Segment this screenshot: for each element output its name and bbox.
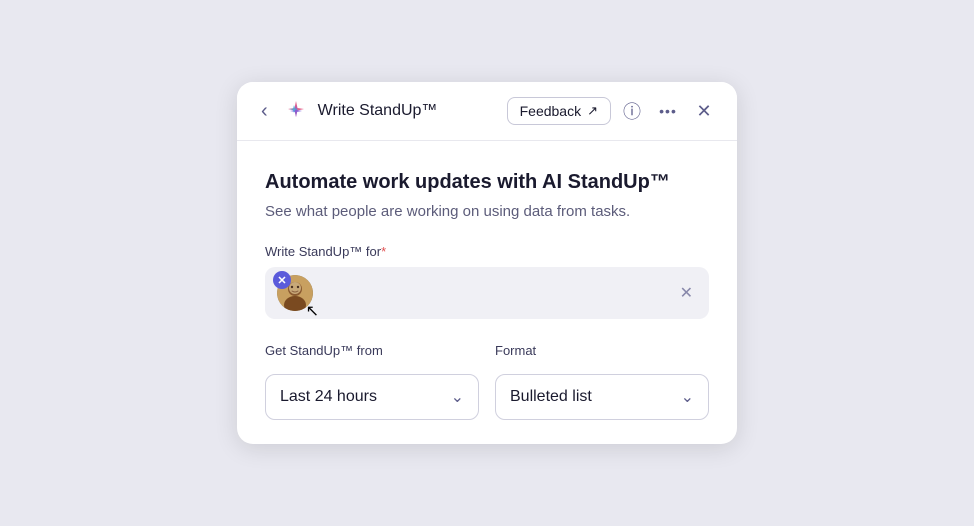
for-field-label: Write StandUp™ for* bbox=[265, 244, 709, 259]
dropdown-row: Get StandUp™ from Last 24 hours ⌄ Format… bbox=[265, 343, 709, 420]
format-value: Bulleted list bbox=[510, 388, 592, 406]
format-field: Format Bulleted list ⌄ bbox=[495, 343, 709, 420]
standup-from-select[interactable]: Last 24 hours ⌄ bbox=[265, 374, 479, 420]
standup-from-field: Get StandUp™ from Last 24 hours ⌄ bbox=[265, 343, 479, 420]
panel-content: Automate work updates with AI StandUp™ S… bbox=[237, 141, 737, 444]
panel-title: Write StandUp™ bbox=[318, 102, 438, 120]
chevron-down-icon: ⌄ bbox=[681, 387, 694, 407]
for-label-text: Write StandUp™ for bbox=[265, 244, 381, 259]
app-logo-icon bbox=[282, 97, 310, 125]
panel-header: ‹ Write StandUp™ Feedback ↗ ⓘ ••• ✕ bbox=[237, 82, 737, 141]
info-button[interactable]: ⓘ bbox=[617, 96, 647, 126]
chevron-down-icon: ⌄ bbox=[451, 387, 464, 407]
back-button[interactable]: ‹ bbox=[255, 99, 274, 123]
cursor-icon: ↖ bbox=[306, 301, 319, 321]
required-indicator: * bbox=[381, 244, 386, 259]
main-panel: ‹ Write StandUp™ Feedback ↗ ⓘ ••• ✕ bbox=[237, 82, 737, 444]
subtitle: See what people are working on using dat… bbox=[265, 203, 709, 220]
format-label: Format bbox=[495, 343, 709, 358]
more-icon: ••• bbox=[659, 103, 677, 119]
standup-from-value: Last 24 hours bbox=[280, 388, 377, 406]
close-icon: ✕ bbox=[696, 101, 711, 122]
clear-input-button[interactable]: ✕ bbox=[676, 279, 697, 307]
header-actions: Feedback ↗ ⓘ ••• ✕ bbox=[507, 96, 719, 126]
standup-from-label: Get StandUp™ from bbox=[265, 343, 479, 358]
more-button[interactable]: ••• bbox=[653, 96, 683, 126]
clear-icon: ✕ bbox=[680, 285, 693, 302]
info-icon: ⓘ bbox=[623, 98, 641, 124]
feedback-button[interactable]: Feedback ↗ bbox=[507, 97, 611, 125]
close-button[interactable]: ✕ bbox=[689, 96, 719, 126]
feedback-label: Feedback bbox=[520, 103, 581, 119]
header-left: ‹ Write StandUp™ bbox=[255, 97, 497, 125]
user-input-field[interactable]: ✕ ↖ ✕ bbox=[265, 267, 709, 319]
remove-user-badge[interactable]: ✕ bbox=[273, 271, 291, 289]
format-select[interactable]: Bulleted list ⌄ bbox=[495, 374, 709, 420]
main-title: Automate work updates with AI StandUp™ bbox=[265, 169, 709, 195]
user-avatar-chip: ✕ ↖ bbox=[277, 275, 313, 311]
external-link-icon: ↗ bbox=[587, 103, 598, 119]
